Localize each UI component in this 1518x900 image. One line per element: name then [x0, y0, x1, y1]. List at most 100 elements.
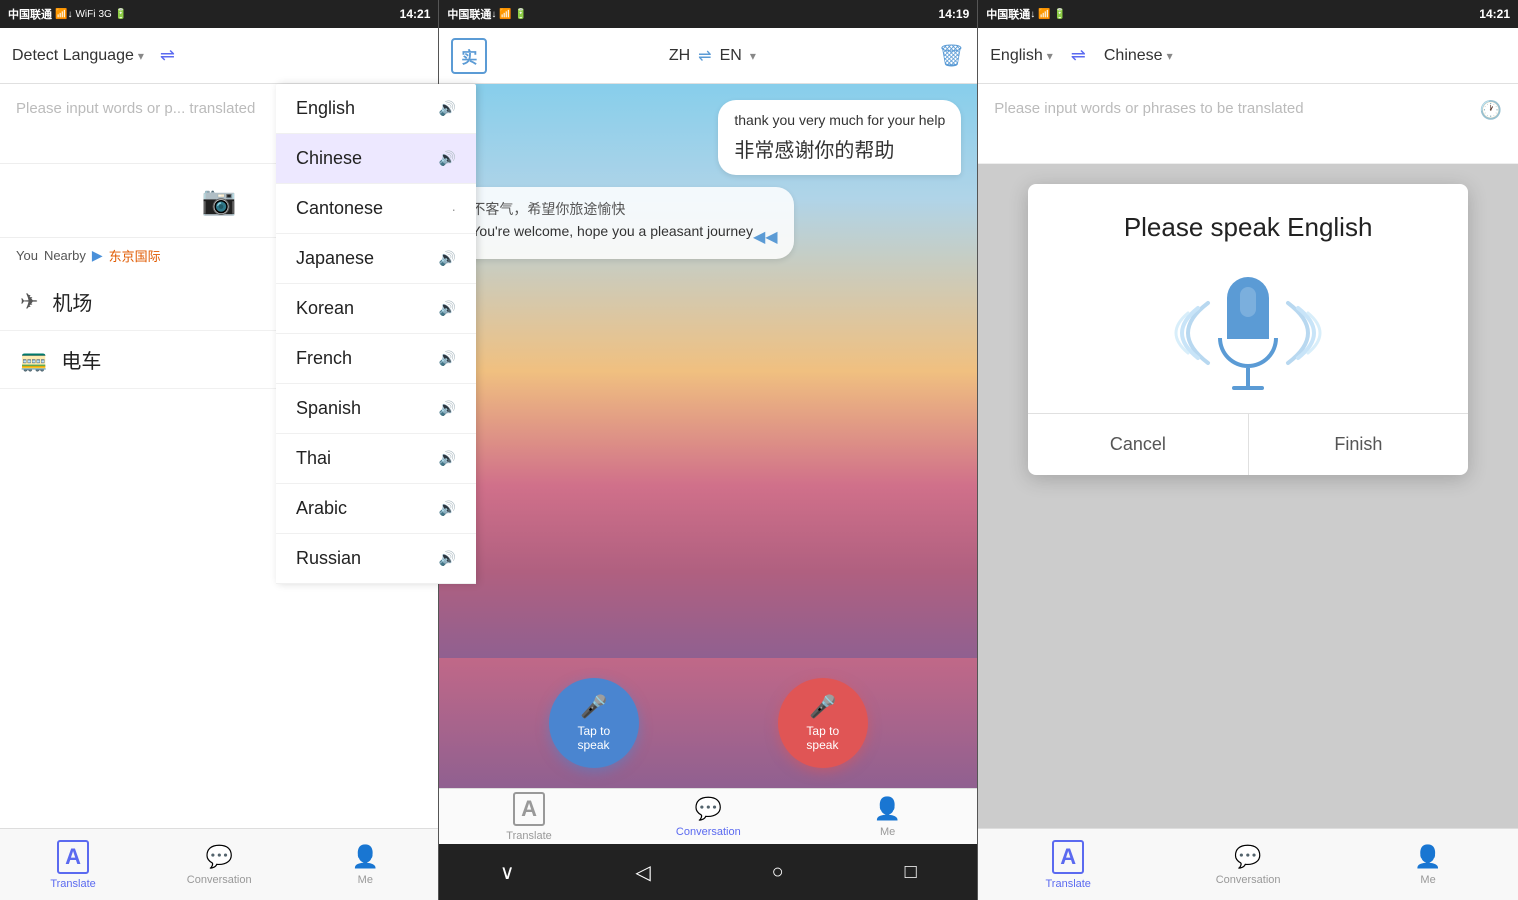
tap-speak-blue-label: Tap tospeak	[577, 724, 610, 752]
tab-translate-3[interactable]: A Translate	[978, 829, 1158, 900]
dropdown-item-japanese[interactable]: Japanese 🔊	[276, 234, 476, 284]
dropdown-item-french[interactable]: French 🔊	[276, 334, 476, 384]
status-icons-3: ↓ 📶 🔋	[1030, 9, 1066, 20]
mic-base-element	[1232, 386, 1264, 390]
tab-conversation-1[interactable]: 💬 Conversation	[146, 829, 292, 900]
me-tab-label-3: Me	[1420, 874, 1435, 886]
delete-button[interactable]: 🗑	[937, 43, 965, 69]
lang-left-selector[interactable]: English ▾	[990, 47, 1053, 65]
cantonese-speaker-icon: ·	[451, 201, 456, 217]
detect-chevron-icon: ▾	[138, 49, 144, 63]
camera-icon: 📷	[202, 184, 237, 217]
conversation-tab-label-2: Conversation	[676, 826, 741, 838]
bottom-nav-1: A Translate 💬 Conversation 👤 Me	[0, 828, 438, 900]
dropdown-item-spanish[interactable]: Spanish 🔊	[276, 384, 476, 434]
nearby-label: Nearby	[44, 248, 86, 263]
me-tab-icon-1: 👤	[352, 844, 379, 870]
korean-option-label: Korean	[296, 298, 354, 319]
finish-button[interactable]: Finish	[1249, 414, 1469, 475]
swap-lang-button-3[interactable]: ⇌	[1071, 45, 1086, 66]
russian-speaker-icon: 🔊	[439, 550, 456, 567]
lang-left-chevron-icon: ▾	[1047, 49, 1053, 63]
tab-conversation-3[interactable]: 💬 Conversation	[1158, 829, 1338, 900]
tab-bar-2: A Translate 💬 Conversation 👤 Me	[439, 788, 977, 844]
swap-icon[interactable]: ⇌	[698, 46, 711, 66]
spanish-speaker-icon: 🔊	[439, 400, 456, 417]
message-bubble-right-1: thank you very much for your help 非常感谢你的…	[718, 100, 961, 175]
tap-speak-blue-button[interactable]: 🎤 Tap tospeak	[549, 678, 639, 768]
status-bar-3: 中国联通 ↓ 📶 🔋 14:21	[978, 0, 1518, 28]
tram-icon: 🚃	[20, 347, 47, 373]
translate-tab-icon-3: A	[1052, 840, 1084, 874]
lang-english-label: English	[990, 47, 1042, 65]
english-speaker-icon: 🔊	[439, 100, 456, 117]
tab-translate-1[interactable]: A Translate	[0, 829, 146, 900]
tap-speak-red-label: Tap tospeak	[806, 724, 839, 752]
speaker-icon-2: ◀◀	[753, 227, 778, 247]
translate-char-icon: 实	[461, 44, 477, 68]
dropdown-item-arabic[interactable]: Arabic 🔊	[276, 484, 476, 534]
tap-speak-red-button[interactable]: 🎤 Tap tospeak	[778, 678, 868, 768]
tab-conversation-2[interactable]: 💬 Conversation	[619, 789, 798, 844]
conversation-tab-icon-2: 💬	[695, 796, 722, 822]
bottom-nav-3: A Translate 💬 Conversation 👤 Me	[978, 828, 1518, 900]
status-icons-1: ↓ WiFi 3G 🔋	[67, 9, 127, 20]
language-dropdown: English 🔊 Chinese 🔊 Cantonese · Japanese…	[276, 84, 476, 584]
message-zh-1: 非常感谢你的帮助	[734, 134, 945, 163]
dropdown-item-chinese[interactable]: Chinese 🔊	[276, 134, 476, 184]
french-option-label: French	[296, 348, 352, 369]
android-nav-recents[interactable]: □	[905, 861, 917, 884]
spanish-option-label: Spanish	[296, 398, 361, 419]
time-1: 14:21	[400, 7, 431, 21]
message-en-2: You're welcome, hope you a pleasant jour…	[471, 223, 777, 239]
russian-option-label: Russian	[296, 548, 361, 569]
tab-me-1[interactable]: 👤 Me	[292, 829, 438, 900]
swap-language-button[interactable]: ⇌	[160, 45, 175, 66]
translate-input-area-3[interactable]: Please input words or phrases to be tran…	[978, 84, 1518, 164]
conversation-messages: thank you very much for your help 非常感谢你的…	[439, 84, 977, 658]
thai-speaker-icon: 🔊	[439, 450, 456, 467]
lang-right-selector[interactable]: Chinese ▾	[1104, 47, 1173, 65]
detect-language-label: Detect Language	[12, 47, 134, 65]
panel3-speak: 中国联通 ↓ 📶 🔋 14:21 English ▾ ⇌ Chinese ▾ P…	[978, 0, 1518, 900]
dropdown-item-cantonese[interactable]: Cantonese ·	[276, 184, 476, 234]
mic-icon-red: 🎤	[809, 694, 836, 720]
tab-me-2[interactable]: 👤 Me	[798, 789, 977, 844]
cancel-button[interactable]: Cancel	[1028, 414, 1249, 475]
time-3: 14:21	[1479, 7, 1510, 21]
dropdown-item-english[interactable]: English 🔊	[276, 84, 476, 134]
airport-label: 机场	[52, 287, 92, 316]
carrier-1: 中国联通	[8, 6, 52, 22]
mic-visual	[1028, 253, 1468, 413]
dropdown-item-thai[interactable]: Thai 🔊	[276, 434, 476, 484]
me-tab-label-2: Me	[880, 826, 895, 838]
android-nav-down[interactable]: ∨	[500, 860, 515, 885]
time-2: 14:19	[939, 7, 970, 21]
conversation-tab-label-3: Conversation	[1216, 874, 1281, 886]
speak-header: English ▾ ⇌ Chinese ▾	[978, 28, 1518, 84]
mic-animation	[1138, 277, 1358, 390]
detect-language-selector[interactable]: Detect Language ▾	[12, 47, 144, 65]
dropdown-item-korean[interactable]: Korean 🔊	[276, 284, 476, 334]
french-speaker-icon: 🔊	[439, 350, 456, 367]
android-nav-back[interactable]: ◁	[635, 860, 650, 885]
message-zh-2: 不客气，希望你旅途愉快	[471, 199, 777, 219]
dropdown-item-russian[interactable]: Russian 🔊	[276, 534, 476, 584]
translate-header-1: Detect Language ▾ ⇌	[0, 28, 438, 84]
cancel-label: Cancel	[1110, 434, 1166, 454]
english-option-label: English	[296, 98, 355, 119]
japanese-speaker-icon: 🔊	[439, 250, 456, 267]
mic-stand-element	[1246, 368, 1250, 386]
carrier-3: 中国联通	[986, 6, 1030, 22]
mic-body-group	[1218, 277, 1278, 390]
android-nav-home[interactable]: ○	[772, 861, 784, 884]
translate-icon-button[interactable]: 实	[451, 38, 487, 74]
translate-tab-label-3: Translate	[1045, 878, 1090, 890]
chinese-option-label: Chinese	[296, 148, 362, 169]
arabic-speaker-icon: 🔊	[439, 500, 456, 517]
me-tab-label-1: Me	[358, 874, 373, 886]
tab-me-3[interactable]: 👤 Me	[1338, 829, 1518, 900]
conversation-header: 实 ZH ⇌ EN ▾ 🗑	[439, 28, 977, 84]
tab-translate-2[interactable]: A Translate	[439, 789, 618, 844]
lang-zh-label: ZH	[669, 47, 690, 65]
